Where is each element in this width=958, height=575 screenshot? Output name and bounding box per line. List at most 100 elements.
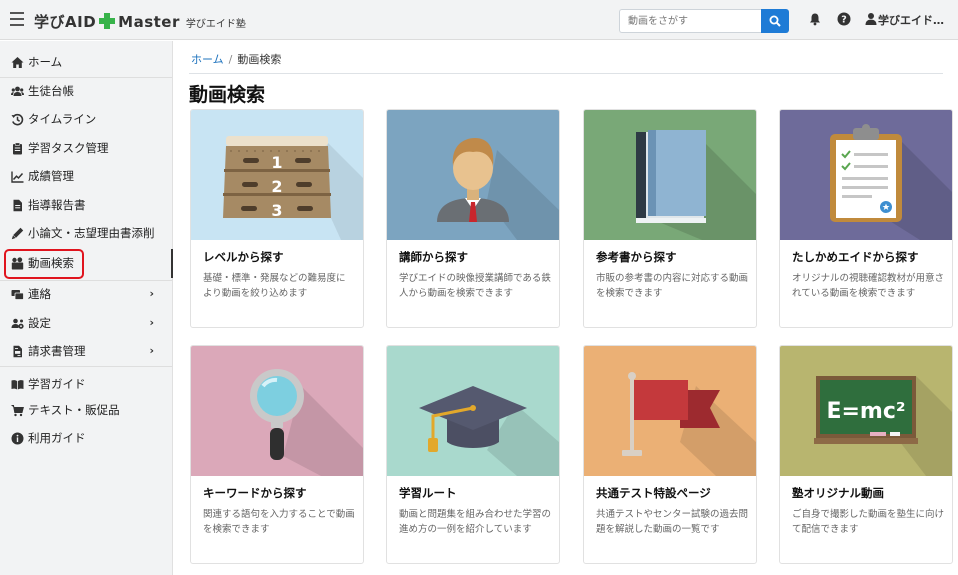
sidebar-item-timeline[interactable]: タイムライン [0, 106, 172, 132]
sidebar-item-learning-tasks[interactable]: 学習タスク管理 [0, 135, 172, 161]
level-number-1: 1 [271, 153, 282, 172]
users-cog-icon [11, 318, 24, 329]
sidebar-item-invoices[interactable]: 請求書管理 › [0, 338, 172, 364]
home-icon [11, 56, 24, 68]
card-common-test-page[interactable]: 共通テスト特設ページ 共通テストやセンター試験の過去問題を解説した動画の一覧です [583, 345, 757, 564]
card-description: ご自身で撮影した動画を塾生に向けて配信できます [792, 509, 945, 535]
divider [0, 366, 172, 367]
sidebar-item-label: 生徒台帳 [28, 84, 74, 98]
blackboard-icon: E=mc² [780, 346, 952, 476]
card-original-videos[interactable]: E=mc² 塾オリジナル動画 ご自身で撮影した動画を塾生に向けて配信できます [779, 345, 953, 564]
invoice-icon [13, 345, 22, 357]
card-description: オリジナルの視聴確認教材が用意されている動画を検索できます [792, 273, 945, 299]
cart-icon [11, 404, 24, 416]
search-button[interactable] [761, 9, 789, 33]
message-icon [11, 289, 24, 300]
card-image [584, 346, 756, 476]
breadcrumb-home-link[interactable]: ホーム [191, 53, 224, 66]
breadcrumb-separator: / [228, 53, 233, 66]
card-title: たしかめエイドから探す [792, 250, 919, 264]
card-reference-book-search[interactable]: 参考書から探す 市販の参考書の内容に対応する動画を検索できます [583, 109, 757, 328]
card-learning-route[interactable]: 学習ルート 動画と問題集を組み合わせた学習の進め方の一例を紹介しています [386, 345, 560, 564]
card-title: 講師から探す [399, 250, 468, 264]
history-icon [11, 113, 24, 125]
divider [189, 73, 943, 74]
breadcrumb-current: 動画検索 [237, 53, 282, 66]
card-image: E=mc² [780, 346, 952, 476]
sidebar-item-label: 学習タスク管理 [28, 141, 109, 155]
sidebar-item-label: 成績管理 [28, 169, 74, 183]
clipboard-icon [13, 142, 22, 154]
chart-line-icon [11, 171, 24, 183]
sidebar-item-contact[interactable]: 連絡 › [0, 281, 172, 307]
sidebar-item-label: 請求書管理 [28, 344, 86, 358]
card-image [387, 110, 559, 240]
card-keyword-search[interactable]: キーワードから探す 関連する語句を入力することで動画を検索できます [190, 345, 364, 564]
board-equation: E=mc² [826, 399, 905, 424]
brand-name: 学びAID [34, 13, 97, 31]
card-level-search[interactable]: 1 2 3 レベルから探す 基礎・標準・発展などの難易度により動画を絞り込めます [190, 109, 364, 328]
brand-suffix: Master [118, 13, 180, 31]
sidebar-item-grades[interactable]: 成績管理 [0, 163, 172, 189]
card-title: 塾オリジナル動画 [792, 486, 884, 500]
card-tashikame-aid-search[interactable]: たしかめエイドから探す オリジナルの視聴確認教材が用意されている動画を検索できま… [779, 109, 953, 328]
green-cross-icon [99, 13, 116, 29]
help-icon[interactable]: ? [837, 12, 851, 26]
user-name[interactable]: 学びエイド… [878, 12, 944, 28]
users-icon [11, 86, 24, 96]
brand-logo[interactable]: 学びAID Master 学びエイド塾 [34, 11, 246, 32]
sidebar-item-usage-guide[interactable]: 利用ガイド [0, 425, 172, 451]
card-image [780, 110, 952, 240]
flag-icon [584, 346, 756, 476]
card-title: 共通テスト特設ページ [596, 486, 711, 500]
file-icon [13, 199, 22, 211]
user-icon[interactable] [864, 12, 878, 26]
active-item-indicator [171, 249, 173, 278]
page-title: 動画検索 [189, 84, 266, 106]
chevron-right-icon: › [149, 316, 154, 329]
card-description: 学びエイドの映像授業講師である鉄人から動画を検索できます [399, 273, 551, 299]
card-teacher-search[interactable]: 講師から探す 学びエイドの映像授業講師である鉄人から動画を検索できます [386, 109, 560, 328]
card-description: 基礎・標準・発展などの難易度により動画を絞り込めます [203, 273, 346, 299]
sidebar-item-label: 学習ガイド [28, 377, 86, 391]
card-image [584, 110, 756, 240]
card-image: 1 2 3 [191, 110, 363, 240]
level-number-2: 2 [271, 177, 282, 196]
card-description: 関連する語句を入力することで動画を検索できます [203, 509, 355, 535]
sidebar-item-label: 小論文・志望理由書添削 [28, 226, 155, 240]
magnifier-icon [191, 346, 363, 476]
video-search-input[interactable] [619, 9, 761, 33]
graduation-cap-icon [387, 346, 559, 476]
card-description: 市販の参考書の内容に対応する動画を検索できます [596, 273, 749, 299]
svg-text:?: ? [841, 15, 847, 26]
card-image [191, 346, 363, 476]
info-icon [11, 432, 24, 444]
sidebar-item-label: 設定 [28, 316, 51, 330]
card-title: 学習ルート [399, 486, 457, 500]
card-title: 参考書から探す [596, 250, 677, 264]
sidebar-item-label: 利用ガイド [28, 431, 86, 445]
sidebar-item-label: テキスト・販促品 [28, 403, 120, 417]
level-stand-icon: 1 2 3 [191, 110, 363, 240]
card-description: 共通テストやセンター試験の過去問題を解説した動画の一覧です [596, 509, 749, 535]
bell-icon[interactable] [808, 12, 822, 26]
sidebar-item-essay-review[interactable]: 小論文・志望理由書添削 [0, 220, 172, 246]
card-description: 動画と問題集を組み合わせた学習の進め方の一例を紹介しています [399, 509, 552, 535]
sidebar-item-label: タイムライン [28, 112, 97, 126]
chevron-right-icon: › [149, 344, 154, 357]
hamburger-menu-icon[interactable] [10, 12, 24, 26]
sidebar-item-students[interactable]: 生徒台帳 [0, 78, 172, 104]
teacher-icon [387, 110, 559, 240]
top-bar: 学びAID Master 学びエイド塾 ? 学びエイド… [0, 0, 958, 40]
card-title: キーワードから探す [203, 486, 307, 500]
sidebar-item-textbooks[interactable]: テキスト・販促品 [0, 397, 172, 423]
search-icon [769, 15, 781, 27]
book-open-icon [11, 379, 24, 389]
sidebar: ホーム 生徒台帳 タイムライン 学習タスク管理 成績管理 指導報告書 小論文・志… [0, 41, 173, 575]
sidebar-item-settings[interactable]: 設定 › [0, 310, 172, 336]
clipboard-check-icon [780, 110, 952, 240]
level-number-3: 3 [271, 201, 282, 220]
sidebar-item-reports[interactable]: 指導報告書 [0, 192, 172, 218]
sidebar-item-home[interactable]: ホーム [0, 49, 172, 75]
sidebar-item-learning-guide[interactable]: 学習ガイド [0, 371, 172, 397]
